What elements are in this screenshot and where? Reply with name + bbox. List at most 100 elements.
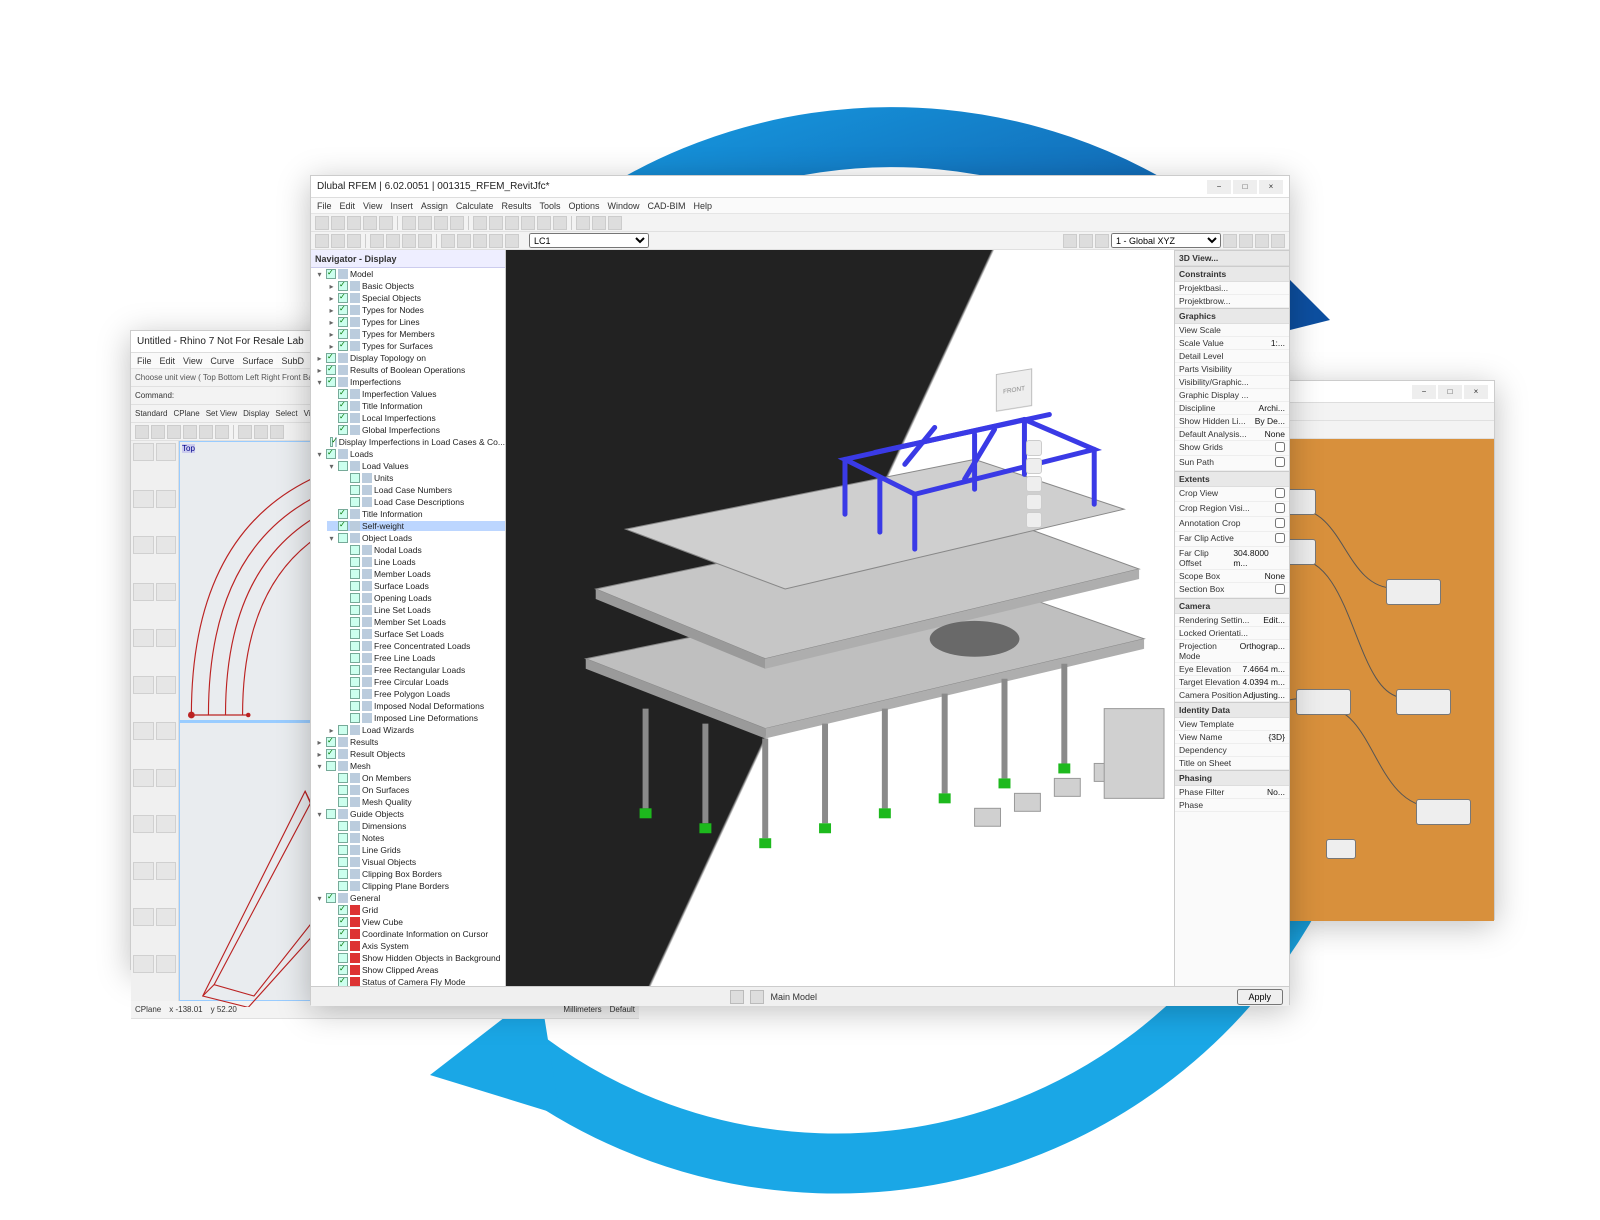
tree-item[interactable]: Free Rectangular Loads: [311, 664, 505, 676]
tree-item[interactable]: Visual Objects: [311, 856, 505, 868]
expand-icon[interactable]: [327, 906, 336, 915]
tree-item[interactable]: Show Clipped Areas: [311, 964, 505, 976]
menu-item[interactable]: Edit: [340, 201, 356, 211]
expand-icon[interactable]: ▾: [315, 810, 324, 819]
tool-icon[interactable]: [441, 234, 455, 248]
maximize-icon[interactable]: □: [1438, 385, 1462, 399]
tool-icon[interactable]: [537, 216, 551, 230]
checkbox[interactable]: [338, 521, 348, 531]
props-row[interactable]: Detail Level: [1175, 350, 1289, 363]
props-row[interactable]: Phase: [1175, 799, 1289, 812]
expand-icon[interactable]: [339, 654, 348, 663]
palette-tool-icon[interactable]: [156, 862, 177, 880]
menu-item[interactable]: Assign: [421, 201, 448, 211]
checkbox[interactable]: [338, 425, 348, 435]
checkbox[interactable]: [338, 341, 348, 351]
main-toolbar-2[interactable]: LC1 1 - Global XYZ: [311, 232, 1289, 250]
gh-node[interactable]: [1296, 689, 1351, 715]
tool-icon[interactable]: [135, 425, 149, 439]
props-row[interactable]: Eye Elevation7.4664 m...: [1175, 663, 1289, 676]
menu-item[interactable]: View: [363, 201, 382, 211]
tree-item[interactable]: Member Set Loads: [311, 616, 505, 628]
tree-item[interactable]: Nodal Loads: [311, 544, 505, 556]
props-value[interactable]: {3D}: [1268, 732, 1285, 742]
menu-item[interactable]: Edit: [160, 356, 176, 366]
tree-item[interactable]: Free Polygon Loads: [311, 688, 505, 700]
props-value[interactable]: 304.8000 m...: [1233, 548, 1285, 568]
checkbox[interactable]: [338, 857, 348, 867]
checkbox[interactable]: [338, 965, 348, 975]
tab[interactable]: Display: [243, 409, 269, 418]
status-icon[interactable]: [750, 990, 764, 1004]
tree-item[interactable]: Show Hidden Objects in Background: [311, 952, 505, 964]
props-row[interactable]: View Scale: [1175, 324, 1289, 337]
palette-tool-icon[interactable]: [156, 955, 177, 973]
checkbox[interactable]: [350, 557, 360, 567]
props-row[interactable]: Dependency: [1175, 744, 1289, 757]
tool-icon[interactable]: [347, 216, 361, 230]
tab[interactable]: CPlane: [173, 409, 199, 418]
tool-icon[interactable]: [238, 425, 252, 439]
palette-tool-icon[interactable]: [133, 815, 154, 833]
expand-icon[interactable]: [339, 714, 348, 723]
tree-item[interactable]: Opening Loads: [311, 592, 505, 604]
tool-icon[interactable]: [151, 425, 165, 439]
tool-icon[interactable]: [521, 216, 535, 230]
expand-icon[interactable]: ▸: [315, 366, 324, 375]
tool-icon[interactable]: [386, 234, 400, 248]
expand-icon[interactable]: ▸: [327, 294, 336, 303]
tool-icon[interactable]: [505, 234, 519, 248]
expand-icon[interactable]: ▾: [315, 450, 324, 459]
expand-icon[interactable]: ▾: [315, 378, 324, 387]
view-cube[interactable]: FRONT: [994, 370, 1034, 410]
expand-icon[interactable]: [327, 918, 336, 927]
main-titlebar[interactable]: Dlubal RFEM | 6.02.0051 | 001315_RFEM_Re…: [311, 176, 1289, 198]
props-row[interactable]: Sun Path: [1175, 456, 1289, 471]
tree-item[interactable]: ▸Types for Surfaces: [311, 340, 505, 352]
expand-icon[interactable]: [327, 882, 336, 891]
expand-icon[interactable]: [327, 414, 336, 423]
menu-item[interactable]: Help: [694, 201, 713, 211]
nav-bar[interactable]: [1026, 440, 1042, 528]
maximize-icon[interactable]: □: [1233, 180, 1257, 194]
checkbox[interactable]: [350, 713, 360, 723]
props-value[interactable]: None: [1265, 429, 1285, 439]
checkbox[interactable]: [338, 821, 348, 831]
expand-icon[interactable]: ▾: [327, 534, 336, 543]
nav-icon[interactable]: [1026, 440, 1042, 456]
tool-icon[interactable]: [183, 425, 197, 439]
checkbox[interactable]: [326, 377, 336, 387]
expand-icon[interactable]: [327, 942, 336, 951]
tree-item[interactable]: ▸Types for Nodes: [311, 304, 505, 316]
expand-icon[interactable]: [327, 846, 336, 855]
tree-item[interactable]: ▾Model: [311, 268, 505, 280]
checkbox[interactable]: [338, 785, 348, 795]
palette-tool-icon[interactable]: [156, 536, 177, 554]
expand-icon[interactable]: ▾: [315, 762, 324, 771]
expand-icon[interactable]: [339, 582, 348, 591]
expand-icon[interactable]: [327, 966, 336, 975]
props-row[interactable]: Scale Value1:...: [1175, 337, 1289, 350]
props-row[interactable]: Crop Region Visi...: [1175, 502, 1289, 517]
tool-icon[interactable]: [315, 216, 329, 230]
tool-icon[interactable]: [576, 216, 590, 230]
gh-node[interactable]: [1416, 799, 1471, 825]
tool-icon[interactable]: [270, 425, 284, 439]
props-row[interactable]: Show Hidden Li...By De...: [1175, 415, 1289, 428]
expand-icon[interactable]: [327, 426, 336, 435]
expand-icon[interactable]: [339, 594, 348, 603]
props-row[interactable]: Show Grids: [1175, 441, 1289, 456]
tool-icon[interactable]: [489, 216, 503, 230]
nav-icon[interactable]: [1026, 494, 1042, 510]
tree-item[interactable]: Display Imperfections in Load Cases & Co…: [311, 436, 505, 448]
tool-icon[interactable]: [457, 234, 471, 248]
apply-button[interactable]: Apply: [1237, 989, 1284, 1005]
props-checkbox[interactable]: [1275, 488, 1285, 498]
expand-icon[interactable]: [327, 858, 336, 867]
tree-item[interactable]: On Members: [311, 772, 505, 784]
props-row[interactable]: Projektbrow...: [1175, 295, 1289, 308]
close-icon[interactable]: ×: [1259, 180, 1283, 194]
props-row[interactable]: DisciplineArchi...: [1175, 402, 1289, 415]
palette-tool-icon[interactable]: [133, 955, 154, 973]
props-value[interactable]: By De...: [1255, 416, 1285, 426]
